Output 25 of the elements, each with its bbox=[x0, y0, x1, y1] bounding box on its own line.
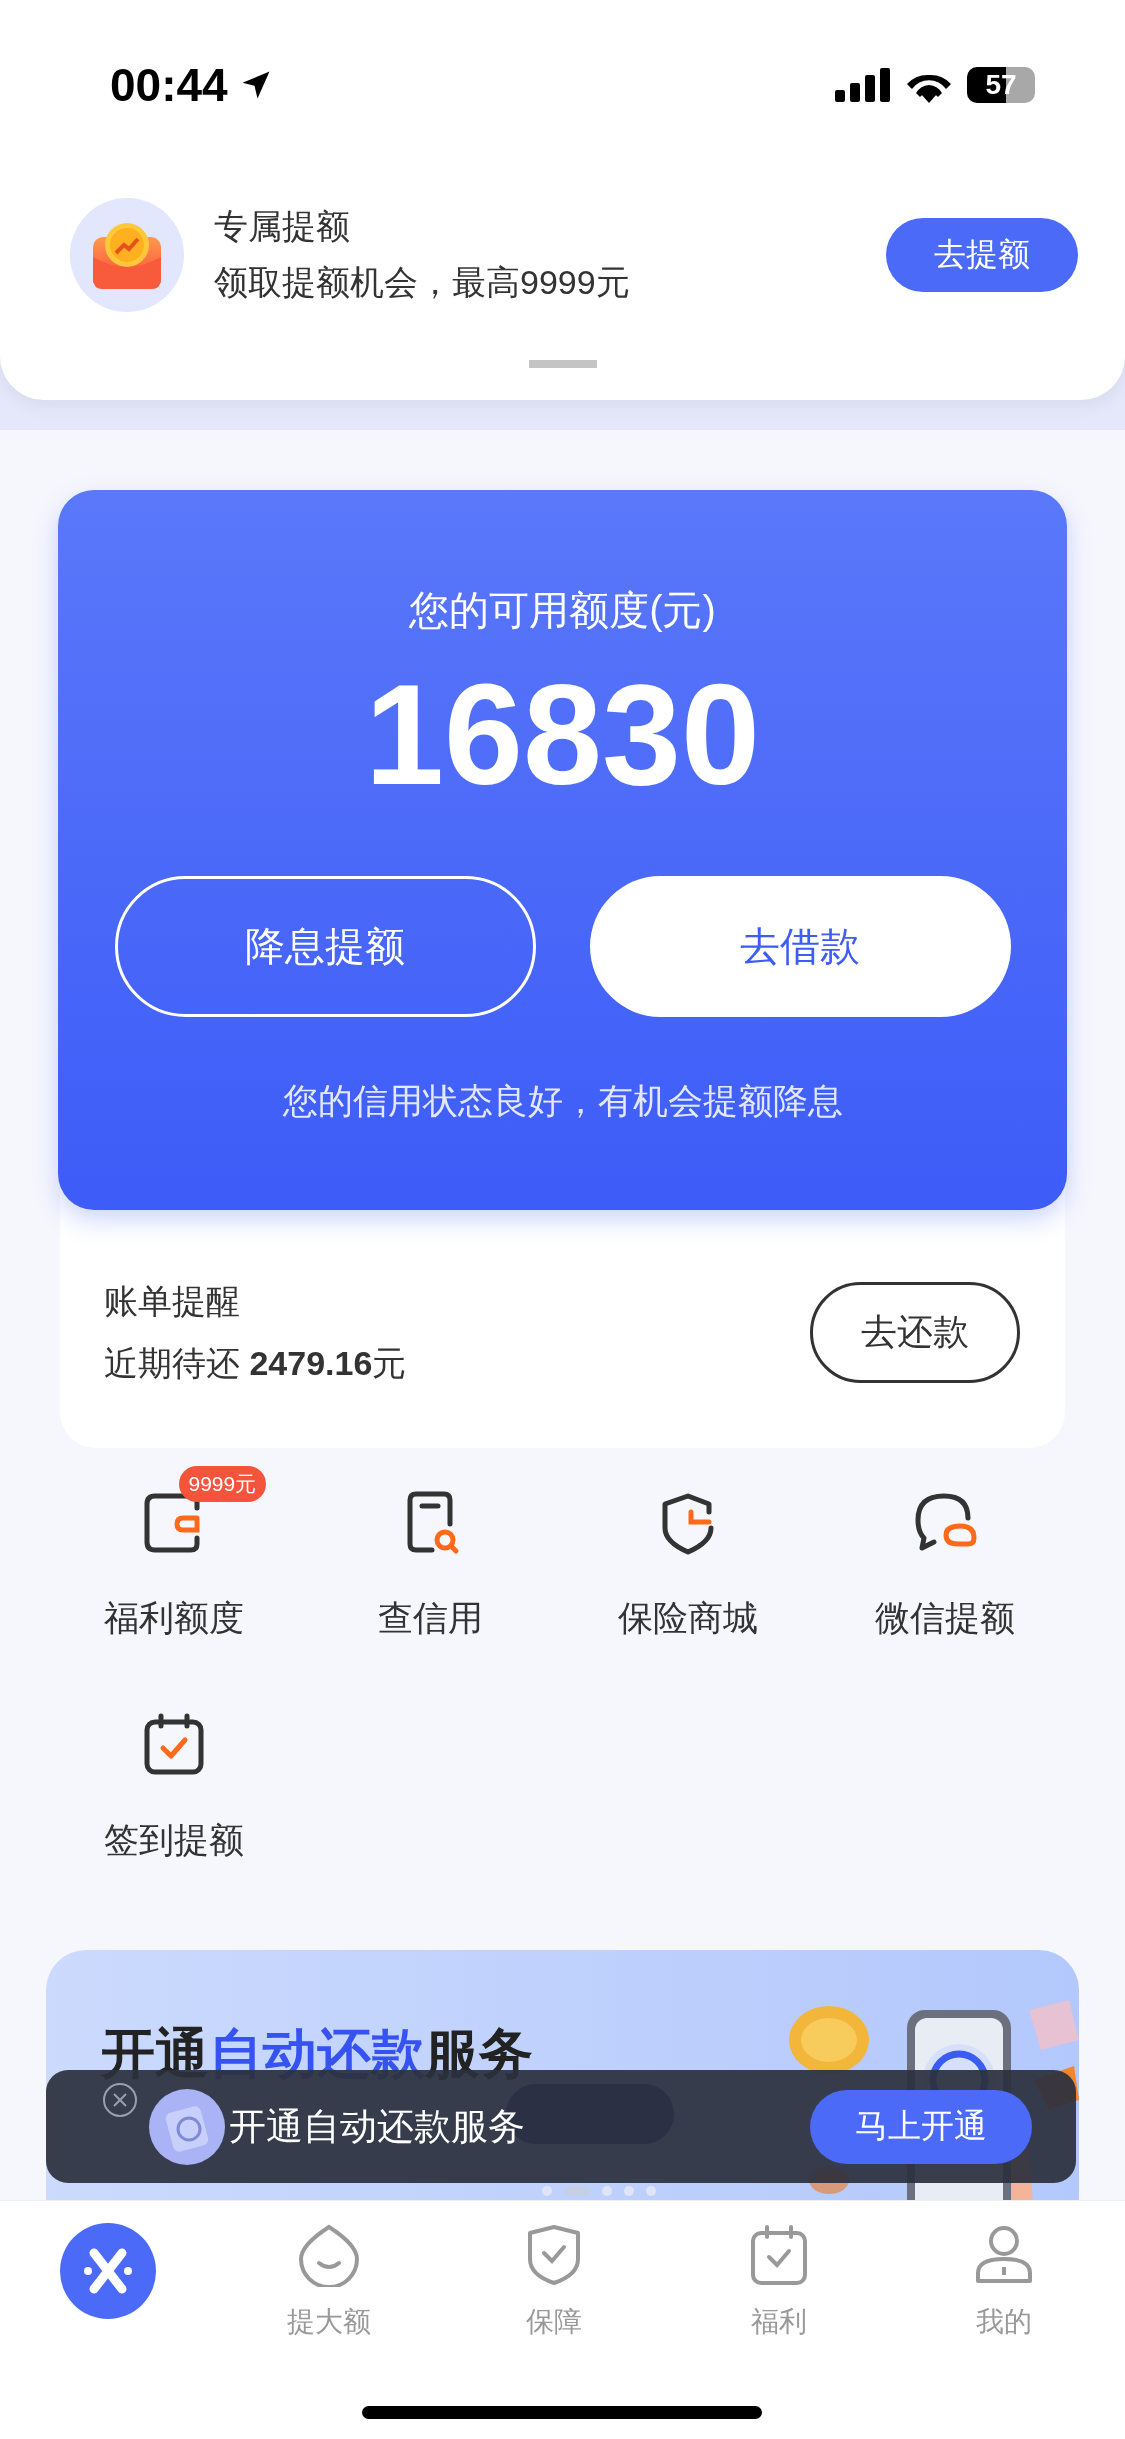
notice-subtitle: 领取提额机会，最高9999元 bbox=[214, 262, 631, 303]
service-item[interactable]: 保险商城 bbox=[559, 1462, 816, 1640]
credit-note: 您的信用状态良好，有机会提额降息 bbox=[282, 1080, 843, 1122]
credit-amount: 16830 bbox=[365, 660, 760, 810]
service-item[interactable]: 签到提额 bbox=[45, 1684, 302, 1862]
credit-title: 您的可用额度(元) bbox=[409, 587, 716, 634]
toast-text: 开通自动还款服务 bbox=[229, 2104, 525, 2149]
service-item[interactable]: 9999元 福利额度 bbox=[45, 1462, 302, 1640]
repay-button[interactable]: 去还款 bbox=[810, 1281, 1020, 1383]
enable-now-button[interactable]: 马上开通 bbox=[810, 2089, 1032, 2164]
tab-item[interactable]: 提大额 bbox=[216, 2223, 441, 2341]
borrow-button[interactable]: 去借款 bbox=[589, 876, 1011, 1017]
status-time: 00:44 bbox=[110, 58, 228, 112]
notice-title: 专属提额 bbox=[214, 206, 351, 247]
banner-title: 开通自动还款服务 bbox=[101, 2022, 533, 2085]
lower-rate-button[interactable]: 降息提额 bbox=[114, 876, 536, 1017]
tab-item[interactable]: 保障 bbox=[441, 2223, 666, 2341]
tab-item[interactable]: 福利 bbox=[666, 2223, 891, 2341]
amount-badge: 9999元 bbox=[178, 1466, 267, 1502]
bill-detail: 近期待还 2479.16元 bbox=[104, 1343, 407, 1384]
bill-title: 账单提醒 bbox=[104, 1281, 241, 1322]
raise-limit-button[interactable]: 去提额 bbox=[886, 218, 1078, 292]
service-item[interactable]: 查信用 bbox=[302, 1462, 559, 1640]
service-item[interactable]: 微信提额 bbox=[816, 1462, 1073, 1640]
tab-item[interactable]: 我的 bbox=[891, 2223, 1116, 2341]
